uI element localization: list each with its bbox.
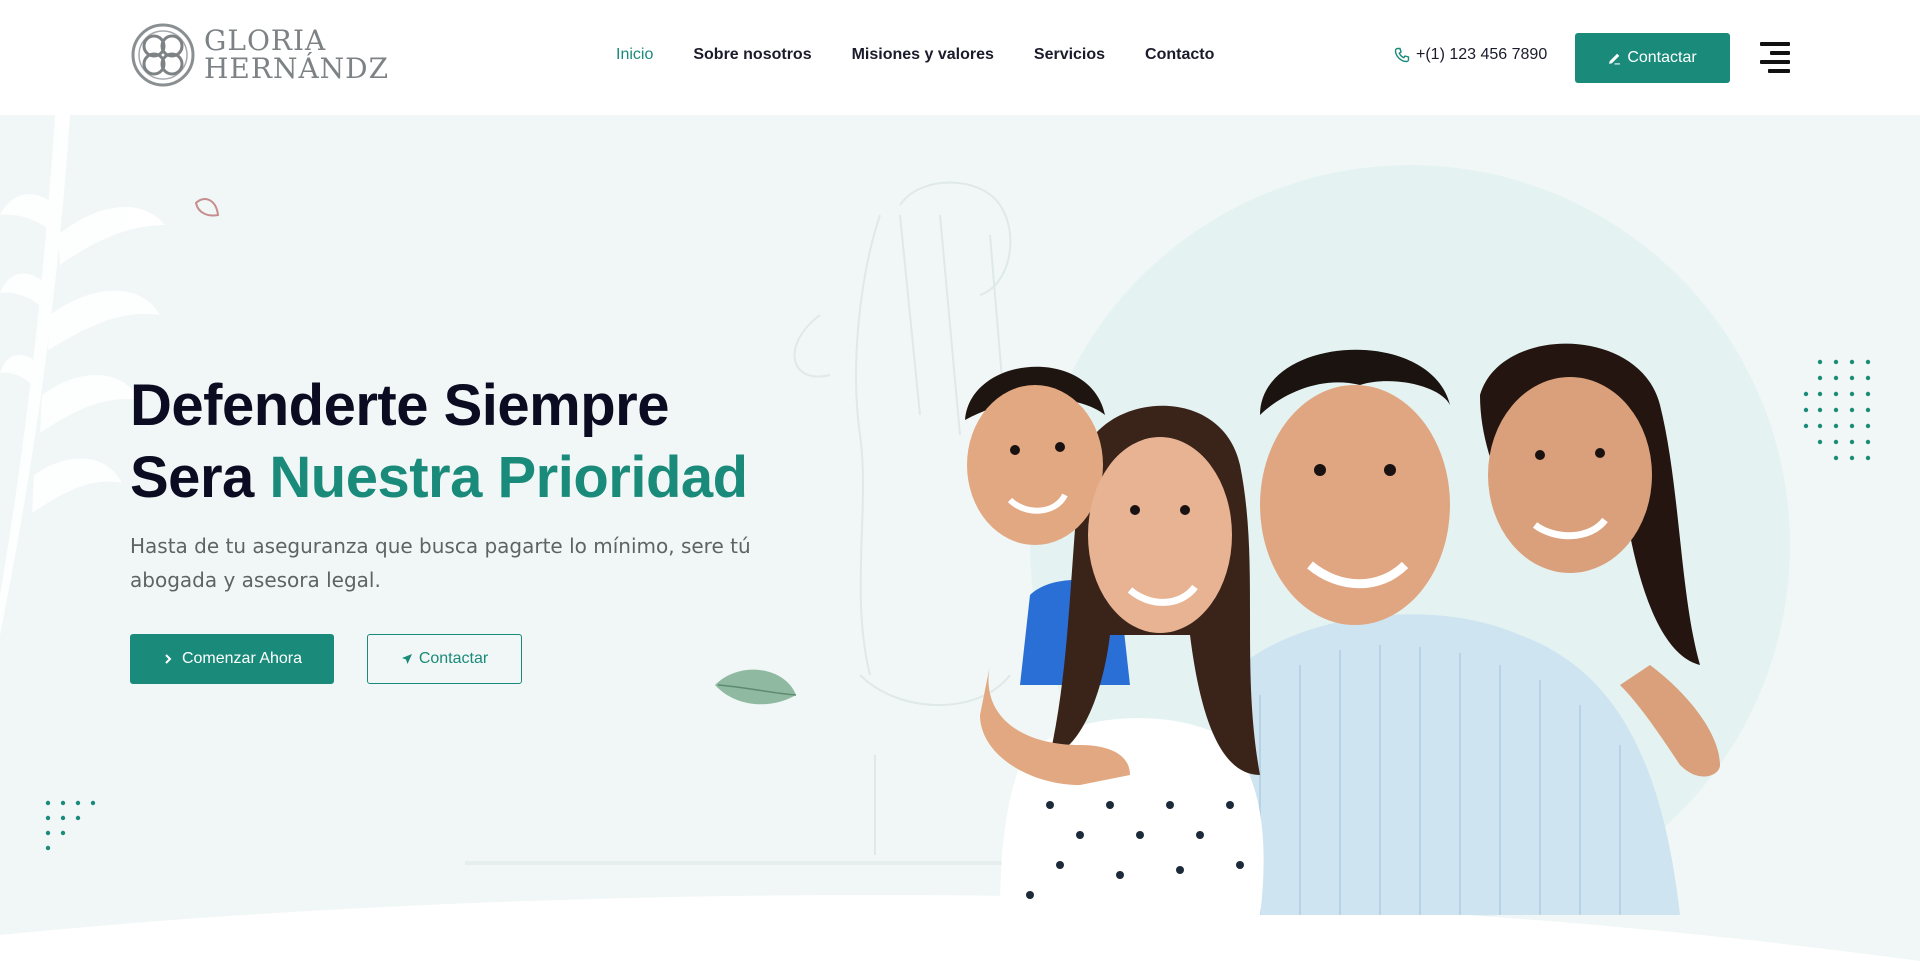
hamburger-icon[interactable] (1760, 42, 1790, 74)
header-contact-button[interactable]: Contactar (1575, 33, 1730, 83)
paper-plane-icon (401, 654, 412, 664)
start-now-label: Comenzar Ahora (181, 650, 303, 667)
nav-item-sobre-nosotros[interactable]: Sobre nosotros (693, 46, 811, 64)
pencil-icon (1609, 53, 1621, 64)
start-now-button[interactable]: Comenzar Ahora (130, 634, 334, 684)
hero-contact-label: Contactar (418, 650, 489, 667)
logo-wordmark: GLORIA HERNÁNDZ (204, 27, 389, 83)
logo-emblem-icon (131, 23, 195, 87)
header-contact-label: Contactar (1627, 49, 1697, 66)
logo-line-2: HERNÁNDZ (204, 52, 390, 85)
family-photo (965, 343, 1720, 915)
phone-link[interactable]: +(1) 123 456 7890 (1394, 46, 1547, 64)
dot-grid-left (45, 800, 96, 851)
main-nav: Inicio Sobre nosotros Misiones y valores… (616, 46, 1214, 64)
nav-item-misiones-y-valores[interactable]: Misiones y valores (852, 46, 994, 64)
hero-section: Defenderte Siempre Sera Nuestra Priorida… (0, 115, 1920, 961)
hero-subtitle: Hasta de tu aseguranza que busca pagarte… (130, 534, 751, 592)
dot-grid-right (1803, 359, 1871, 461)
nav-item-servicios[interactable]: Servicios (1034, 46, 1105, 64)
chevron-right-icon (165, 654, 172, 664)
site-header: GLORIA HERNÁNDZ Inicio Sobre nosotros Mi… (0, 0, 1920, 115)
nav-item-contacto[interactable]: Contacto (1145, 46, 1214, 64)
logo-line-1: GLORIA (204, 24, 327, 57)
green-leaf-decoration (715, 669, 797, 705)
nav-item-inicio[interactable]: Inicio (616, 46, 653, 64)
logo[interactable]: GLORIA HERNÁNDZ (130, 22, 389, 88)
small-leaf-decoration (194, 198, 220, 217)
hero-contact-button[interactable]: Contactar (367, 634, 522, 684)
hero-title-line-2-accent: Nuestra Prioridad (269, 445, 748, 510)
phone-number: +(1) 123 456 7890 (1416, 46, 1548, 63)
hero-title-line-1: Defenderte Siempre (130, 373, 669, 438)
hero-title-line-2-plain: Sera (130, 445, 270, 510)
phone-icon (1394, 47, 1410, 63)
hero-title: Defenderte Siempre Sera Nuestra Priorida… (130, 370, 748, 514)
